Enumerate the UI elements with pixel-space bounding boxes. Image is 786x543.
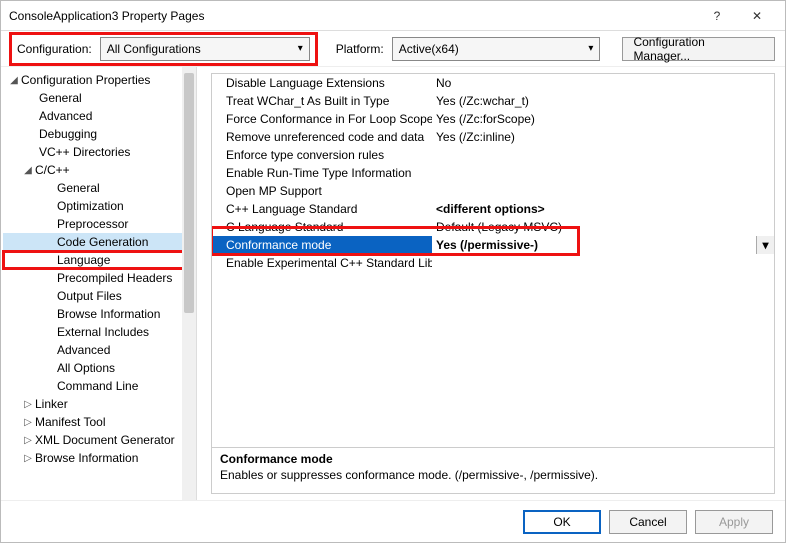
tree-item-cc-pch[interactable]: Precompiled Headers bbox=[3, 269, 194, 287]
tree-item-browseinfo[interactable]: ▷Browse Information bbox=[3, 449, 194, 467]
collapse-icon: ◢ bbox=[7, 75, 21, 86]
tree-item-general[interactable]: General bbox=[3, 89, 194, 107]
config-highlight: Configuration: All Configurations ▾ bbox=[11, 34, 316, 64]
expand-icon: ▷ bbox=[21, 435, 35, 446]
prop-row[interactable]: Enforce type conversion rules bbox=[212, 146, 774, 164]
tree-item-cc-preprocessor[interactable]: Preprocessor bbox=[3, 215, 194, 233]
body: ◢Configuration Properties General Advanc… bbox=[1, 67, 785, 500]
prop-row[interactable]: Open MP Support bbox=[212, 182, 774, 200]
tree-item-cc-advanced[interactable]: Advanced bbox=[3, 341, 194, 359]
platform-label: Platform: bbox=[336, 42, 384, 56]
description-pane: Conformance mode Enables or suppresses c… bbox=[211, 448, 775, 494]
tree-item-cc-browse[interactable]: Browse Information bbox=[3, 305, 194, 323]
expand-icon: ▷ bbox=[21, 453, 35, 464]
prop-row[interactable]: Treat WChar_t As Built in TypeYes (/Zc:w… bbox=[212, 92, 774, 110]
config-value: All Configurations bbox=[107, 42, 201, 56]
tree-item-cc-external[interactable]: External Includes bbox=[3, 323, 194, 341]
scrollbar-thumb[interactable] bbox=[184, 73, 194, 313]
tree-root[interactable]: ◢Configuration Properties bbox=[3, 71, 194, 89]
tree-item-cc-cmdline[interactable]: Command Line bbox=[3, 377, 194, 395]
tree-item-cc-language[interactable]: Language bbox=[3, 251, 194, 269]
platform-value: Active(x64) bbox=[399, 42, 459, 56]
dialog-buttons: OK Cancel Apply bbox=[1, 500, 785, 542]
tree-item-xmldoc[interactable]: ▷XML Document Generator bbox=[3, 431, 194, 449]
tree-item-cc-output[interactable]: Output Files bbox=[3, 287, 194, 305]
tree: ◢Configuration Properties General Advanc… bbox=[1, 67, 196, 471]
prop-row[interactable]: Enable Experimental C++ Standard Library bbox=[212, 254, 774, 272]
prop-row-conformance[interactable]: Conformance mode Yes (/permissive-)▾ bbox=[212, 236, 774, 254]
close-icon: ✕ bbox=[752, 9, 762, 23]
tree-item-linker[interactable]: ▷Linker bbox=[3, 395, 194, 413]
window-title: ConsoleApplication3 Property Pages bbox=[9, 9, 697, 23]
close-button[interactable]: ✕ bbox=[737, 2, 777, 30]
description-title: Conformance mode bbox=[220, 452, 766, 466]
tree-pane: ◢Configuration Properties General Advanc… bbox=[1, 67, 197, 500]
tree-item-cc-codegen[interactable]: Code Generation bbox=[3, 233, 194, 251]
chevron-down-icon: ▾ bbox=[588, 43, 593, 54]
help-icon: ? bbox=[714, 9, 721, 23]
prop-row[interactable]: C Language StandardDefault (Legacy MSVC) bbox=[212, 218, 774, 236]
tree-item-cc-optimization[interactable]: Optimization bbox=[3, 197, 194, 215]
prop-row[interactable]: Disable Language ExtensionsNo bbox=[212, 74, 774, 92]
tree-item-advanced[interactable]: Advanced bbox=[3, 107, 194, 125]
tree-item-vcdirs[interactable]: VC++ Directories bbox=[3, 143, 194, 161]
tree-item-manifest[interactable]: ▷Manifest Tool bbox=[3, 413, 194, 431]
prop-row[interactable]: C++ Language Standard<different options> bbox=[212, 200, 774, 218]
apply-button[interactable]: Apply bbox=[695, 510, 773, 534]
prop-row[interactable]: Remove unreferenced code and dataYes (/Z… bbox=[212, 128, 774, 146]
configuration-dropdown[interactable]: All Configurations ▾ bbox=[100, 37, 310, 61]
description-text: Enables or suppresses conformance mode. … bbox=[220, 468, 766, 482]
property-grid: Disable Language ExtensionsNo Treat WCha… bbox=[211, 73, 775, 448]
prop-row[interactable]: Enable Run-Time Type Information bbox=[212, 164, 774, 182]
tree-item-debugging[interactable]: Debugging bbox=[3, 125, 194, 143]
expand-icon: ▷ bbox=[21, 399, 35, 410]
chevron-down-icon: ▾ bbox=[298, 43, 303, 54]
help-button[interactable]: ? bbox=[697, 2, 737, 30]
platform-dropdown[interactable]: Active(x64) ▾ bbox=[392, 37, 601, 61]
config-bar: Configuration: All Configurations ▾ Plat… bbox=[1, 31, 785, 67]
property-pane: Disable Language ExtensionsNo Treat WCha… bbox=[197, 67, 785, 500]
collapse-icon: ◢ bbox=[21, 165, 35, 176]
tree-scrollbar[interactable] bbox=[182, 67, 196, 500]
titlebar: ConsoleApplication3 Property Pages ? ✕ bbox=[1, 1, 785, 31]
configuration-manager-button[interactable]: Configuration Manager... bbox=[622, 37, 775, 61]
tree-item-cc-alloptions[interactable]: All Options bbox=[3, 359, 194, 377]
prop-row[interactable]: Force Conformance in For Loop ScopeYes (… bbox=[212, 110, 774, 128]
tree-item-cc-general[interactable]: General bbox=[3, 179, 194, 197]
ok-button[interactable]: OK bbox=[523, 510, 601, 534]
tree-item-cc[interactable]: ◢C/C++ bbox=[3, 161, 194, 179]
chevron-down-icon[interactable]: ▾ bbox=[756, 236, 774, 254]
cancel-button[interactable]: Cancel bbox=[609, 510, 687, 534]
config-label: Configuration: bbox=[17, 42, 92, 56]
expand-icon: ▷ bbox=[21, 417, 35, 428]
